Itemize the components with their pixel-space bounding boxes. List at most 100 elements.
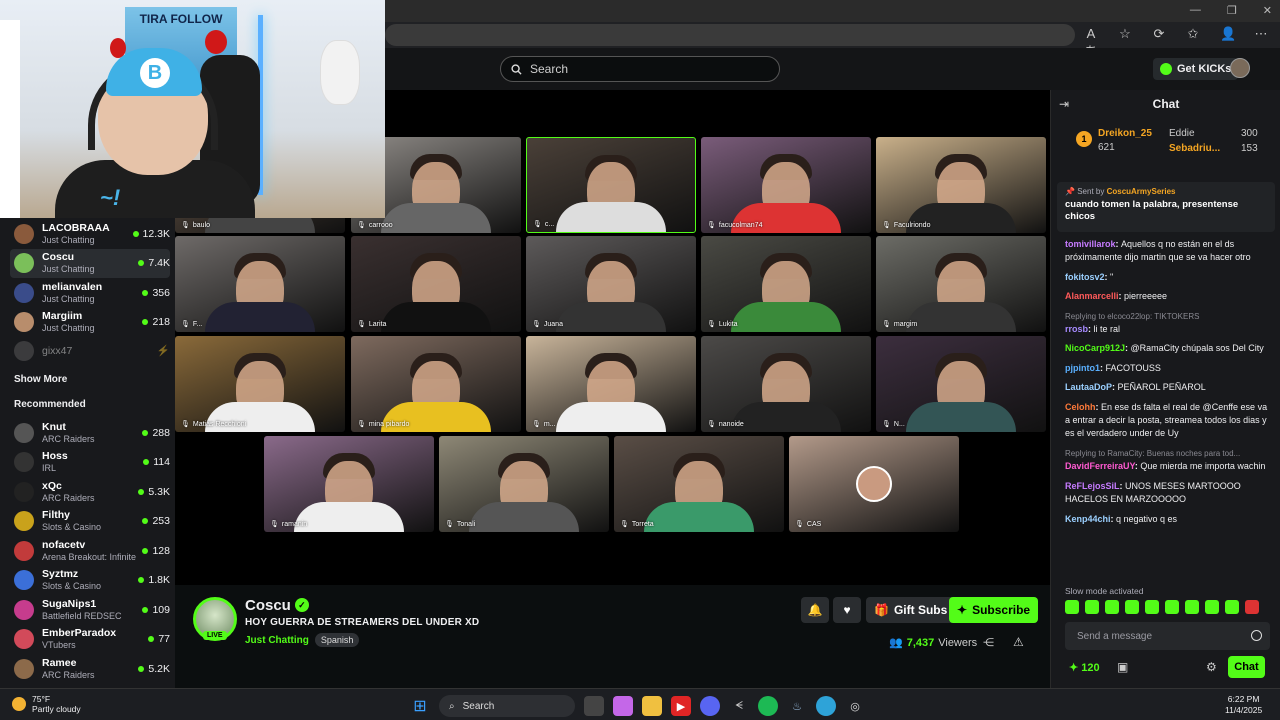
chat-message[interactable]: pjpinto1: FACOTOUSS xyxy=(1065,362,1271,375)
chat-username[interactable]: rrosb xyxy=(1065,324,1088,334)
edge-icon[interactable] xyxy=(816,696,836,716)
subscribe-button[interactable]: ✦ Subscribe xyxy=(949,597,1039,623)
participant-tile[interactable]: 🎙 ramanin xyxy=(264,436,434,532)
channel-name[interactable]: Coscu ✓ xyxy=(245,597,309,614)
chat-message[interactable]: fokitosv2: " xyxy=(1065,271,1271,284)
minimize-icon[interactable]: — xyxy=(1190,4,1201,17)
system-clock[interactable]: 6:22 PM 11/4/2025 xyxy=(1225,694,1262,716)
channel-points[interactable]: ✦ 120 xyxy=(1069,661,1100,674)
share-icon[interactable]: ⋲ xyxy=(983,636,994,649)
chat-username[interactable]: tomivillarok xyxy=(1065,239,1116,249)
emote-icon[interactable] xyxy=(1105,600,1119,614)
emote-icon[interactable] xyxy=(1225,600,1239,614)
chat-username[interactable]: DavidFerreiraUY xyxy=(1065,461,1135,471)
chat-message[interactable]: tomivillarok: Aquellos q no están en el … xyxy=(1065,238,1271,265)
emote-icon[interactable] xyxy=(1085,600,1099,614)
report-icon[interactable]: ⚠ xyxy=(1013,635,1024,649)
sidebar-item-suganips1[interactable]: SugaNips1 Battlefield REDSEC 109 xyxy=(10,595,170,624)
send-chat-button[interactable]: Chat xyxy=(1228,656,1265,678)
spotify-icon[interactable] xyxy=(758,696,778,716)
maximize-icon[interactable]: ❐ xyxy=(1227,4,1237,17)
emote-icon[interactable] xyxy=(1145,600,1159,614)
participant-tile[interactable]: 🎙 Larita xyxy=(351,236,521,332)
sidebar-item-offline[interactable]: gixx47 ⚡ xyxy=(10,336,170,365)
chat-username[interactable]: Kenp44chi xyxy=(1065,514,1111,524)
participant-tile[interactable]: 🎙 Lukita xyxy=(701,236,871,332)
chat-message[interactable]: Alanmarcelli: pierreeeee xyxy=(1065,290,1271,303)
sidebar-item-knut[interactable]: Knut ARC Raiders 288 xyxy=(10,418,170,447)
chat-message[interactable]: ReFLejosSiL: UNOS MESES MARTOOOO HACELOS… xyxy=(1065,480,1271,507)
participant-tile[interactable]: 🎙 N... xyxy=(876,336,1046,432)
category-link[interactable]: Just Chatting xyxy=(245,635,309,646)
emote-icon[interactable] xyxy=(1065,600,1079,614)
leader-3-name[interactable]: Sebadriu... xyxy=(1169,143,1220,154)
emote-icon[interactable] xyxy=(1205,600,1219,614)
sidebar-item-syztmz[interactable]: Syztmz Slots & Casino 1.8K xyxy=(10,566,170,595)
gift-subs-button[interactable]: 🎁 Gift Subs xyxy=(866,597,956,623)
chat-username[interactable]: fokitosv2 xyxy=(1065,272,1105,282)
chat-message[interactable]: Kenp44chi: q negativo q es xyxy=(1065,513,1271,526)
chat-username[interactable]: Alanmarcelli xyxy=(1065,291,1119,301)
participant-tile[interactable]: 🎙 margim xyxy=(876,236,1046,332)
emote-icon[interactable] xyxy=(1165,600,1179,614)
language-tag[interactable]: Spanish xyxy=(314,633,360,647)
sidebar-item-filthy[interactable]: Filthy Slots & Casino 253 xyxy=(10,507,170,536)
sidebar-item-hoss[interactable]: Hoss IRL 114 xyxy=(10,448,170,477)
leader-name[interactable]: Dreikon_25 xyxy=(1098,128,1152,139)
sidebar-item-coscu[interactable]: Coscu Just Chatting 7.4K xyxy=(10,248,170,278)
store-icon[interactable]: ▣ xyxy=(1117,660,1128,674)
emoji-icon[interactable] xyxy=(1251,630,1262,641)
participant-tile[interactable]: 🎙 F... xyxy=(175,236,345,332)
get-kicks-button[interactable]: Get KICKs xyxy=(1153,58,1239,80)
sidebar-item-margiim[interactable]: Margiim Just Chatting 218 xyxy=(10,308,170,337)
emote-icon[interactable] xyxy=(1125,600,1139,614)
chat-message[interactable]: LautaaDoP: PEÑAROL PEÑAROL xyxy=(1065,381,1271,394)
gear-icon[interactable]: ⚙ xyxy=(1206,660,1217,674)
participant-tile[interactable]: 🎙 Faculriondo xyxy=(876,137,1046,233)
copilot-icon[interactable] xyxy=(613,696,633,716)
participant-tile[interactable]: 🎙 Torreta xyxy=(614,436,784,532)
obs-icon[interactable]: ◎ xyxy=(845,696,865,716)
chat-message[interactable]: Replying to RamaCity: Buenas noches para… xyxy=(1065,447,1271,474)
chat-message[interactable]: Celohh: En ese ds falta el real de @Cenf… xyxy=(1065,401,1271,441)
task-view-icon[interactable] xyxy=(584,696,604,716)
sidebar-item-emberparadox[interactable]: EmberParadox VTubers 77 xyxy=(10,625,170,654)
sidebar-item-xqc[interactable]: xQc ARC Raiders 5.3K xyxy=(10,477,170,506)
emote-icon[interactable] xyxy=(1245,600,1259,614)
sidebar-item-melianvalen[interactable]: melianvalen Just Chatting 356 xyxy=(10,278,170,307)
chat-message[interactable]: Replying to elcoco22lop: TIKTOKERS rrosb:… xyxy=(1065,310,1271,337)
weather-widget[interactable]: 75°F Partly cloudy xyxy=(12,694,81,714)
discord-icon[interactable] xyxy=(700,696,720,716)
taskbar-search[interactable]: ⌕ Search xyxy=(439,695,575,717)
sidebar-item-ramee[interactable]: Ramee ARC Raiders 5.2K xyxy=(10,654,170,683)
participant-tile[interactable]: 🎙 CAS xyxy=(789,436,959,532)
chat-username[interactable]: ReFLejosSiL xyxy=(1065,481,1120,491)
sidebar-item-nofacetv[interactable]: nofacetv Arena Breakout: Infinite 128 xyxy=(10,536,170,565)
participant-tile[interactable]: 🎙 m... xyxy=(526,336,696,432)
chat-username[interactable]: pjpinto1 xyxy=(1065,363,1100,373)
app-icon[interactable]: ᗕ xyxy=(729,696,749,716)
chat-input[interactable]: Send a message xyxy=(1065,622,1270,650)
participant-tile[interactable]: 🎙 Matias Recchioni xyxy=(175,336,345,432)
steam-icon[interactable]: ♨ xyxy=(787,696,807,716)
participant-tile[interactable]: 🎙 nanoide xyxy=(701,336,871,432)
chat-username[interactable]: NicoCarp912J xyxy=(1065,343,1125,353)
chat-message[interactable]: NicoCarp912J: @RamaCity chúpala sos Del … xyxy=(1065,342,1271,355)
show-more-link[interactable]: Show More xyxy=(14,374,67,385)
windows-start-icon[interactable]: ⊞ xyxy=(410,696,430,716)
chat-username[interactable]: LautaaDoP xyxy=(1065,382,1112,392)
participant-tile[interactable]: 🎙 facucolman74 xyxy=(701,137,871,233)
participant-tile[interactable]: 🎙 c... xyxy=(526,137,696,233)
participant-tile[interactable]: 🎙 mina pibardo xyxy=(351,336,521,432)
file-explorer-icon[interactable] xyxy=(642,696,662,716)
emote-icon[interactable] xyxy=(1185,600,1199,614)
leader-2-name[interactable]: Eddie xyxy=(1169,128,1195,139)
participant-tile[interactable]: 🎙 Tonali xyxy=(439,436,609,532)
chat-username[interactable]: Celohh xyxy=(1065,402,1096,412)
participant-tile[interactable]: 🎙 Juana xyxy=(526,236,696,332)
pinned-message[interactable]: 📌 Sent by CoscuArmySeries cuando tomen l… xyxy=(1057,182,1275,232)
user-avatar[interactable] xyxy=(1230,58,1250,78)
close-icon[interactable]: ✕ xyxy=(1263,4,1272,17)
notification-bell-button[interactable]: 🔔 xyxy=(801,597,829,623)
address-bar[interactable] xyxy=(385,24,1075,46)
